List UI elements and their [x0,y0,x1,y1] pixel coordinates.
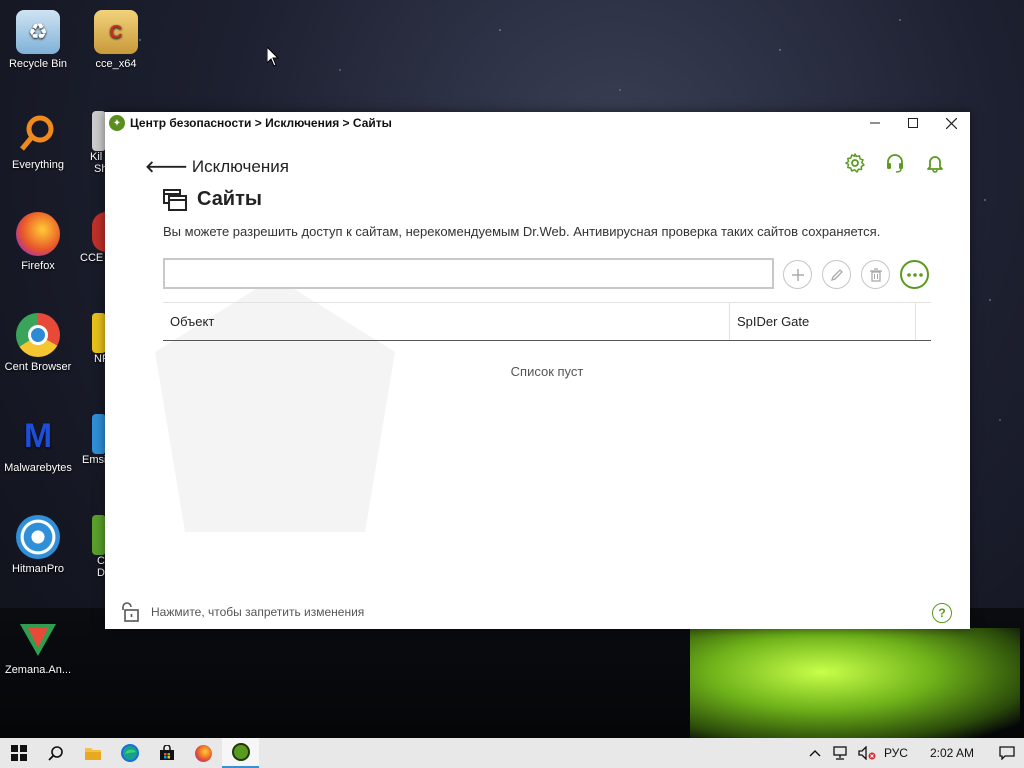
windows-logo-icon [10,745,27,761]
minimize-icon [870,122,880,124]
back-link-label: Исключения [191,156,289,176]
maximize-icon [908,118,918,128]
page-title: Сайты [197,188,262,210]
app-icon [92,414,106,454]
input-language[interactable]: РУС [884,746,908,760]
zemana-icon [16,616,60,660]
minimize-button[interactable] [856,112,894,134]
recycle-bin-icon: ♻ [16,10,60,54]
desktop-icon-partial-3[interactable]: NF [78,313,108,365]
speaker-muted-icon [858,746,876,760]
system-tray: РУС 2:02 AM [806,744,1024,762]
trash-icon [869,267,882,282]
notification-icon [999,746,1015,760]
desktop-icon-partial-4[interactable]: Emsi [78,414,108,466]
app-icon [92,313,106,353]
column-header-object[interactable]: Объект [163,303,730,340]
drweb-logo-icon [231,743,250,761]
app-icon [92,515,106,555]
websites-icon [163,188,187,211]
edit-button[interactable] [822,260,851,289]
bell-icon [927,156,943,173]
taskbar-file-explorer[interactable] [74,738,111,768]
desktop-icon-zemana[interactable]: Zemana.An... [0,616,76,676]
drweb-logo-icon: ✦ [109,115,125,131]
unlocked-padlock-icon [122,602,139,622]
start-button[interactable] [0,738,37,768]
delete-button[interactable] [861,260,890,289]
desktop-icon-cce-x64[interactable]: C cce_x64 [78,10,154,70]
add-button[interactable] [783,260,812,289]
desktop-icon-everything[interactable]: Everything [0,111,76,171]
headset-icon [887,154,903,173]
lock-changes-label: Нажмите, чтобы запретить изменения [151,605,365,619]
back-link[interactable]: 🡐 Исключения [145,156,289,177]
search-icon [47,746,63,761]
window-titlebar[interactable]: ✦ Центр безопасности > Исключения > Сайт… [105,112,970,134]
mouse-cursor-icon [267,47,279,67]
top-toolbar [844,152,946,174]
search-button[interactable] [37,738,74,768]
desktop-icon-malwarebytes[interactable]: M Malwarebytes [0,414,76,475]
desktop-icon-firefox[interactable]: Firefox [0,212,76,272]
lock-changes-link[interactable]: Нажмите, чтобы запретить изменения [119,601,364,623]
cent-browser-icon [16,313,60,357]
desktop-icon-partial-2[interactable]: CCE [78,212,108,264]
desktop-icon-partial-1[interactable]: Kil Sh [78,111,108,175]
store-bag-icon [159,745,174,760]
plus-icon [791,268,804,281]
network-button[interactable] [832,744,850,762]
taskbar-firefox[interactable] [185,738,222,768]
back-arrow-icon: 🡐 [145,159,188,176]
desktop-icon-cent-browser[interactable]: Cent Browser [0,313,76,373]
help-button[interactable]: ? [932,603,952,623]
drweb-window: ✦ Центр безопасности > Исключения > Сайт… [105,112,970,629]
desktop-icon-partial-5[interactable]: C D [78,515,108,579]
action-center-button[interactable] [998,744,1016,762]
wallpaper-tent [690,628,1020,738]
settings-button[interactable] [844,152,866,174]
app-icon [92,111,106,151]
malwarebytes-icon: M [23,416,53,455]
firefox-icon [195,744,212,762]
table-header: Объект SpIDer Gate [163,302,931,341]
magnifier-icon [16,111,60,155]
page-header: Сайты [163,188,262,211]
support-button[interactable] [884,152,906,174]
more-options-button[interactable] [900,260,929,289]
clock-time[interactable]: 2:02 AM [930,746,974,760]
chevron-up-icon [809,750,821,757]
pencil-icon [830,268,843,281]
desktop-icon-recycle-bin[interactable]: ♻ Recycle Bin [0,10,76,70]
maximize-button[interactable] [894,112,932,134]
folder-icon [84,748,101,760]
ellipsis-icon [906,272,923,277]
firefox-icon [16,212,60,256]
edge-icon [120,744,139,762]
taskbar-drweb[interactable] [222,738,259,768]
close-icon [945,117,957,129]
app-icon [92,212,106,252]
action-buttons [783,260,929,289]
window-title: Центр безопасности > Исключения > Сайты [130,116,392,130]
network-icon [833,746,847,760]
crosshair-icon [16,515,60,559]
site-input[interactable] [163,258,774,289]
empty-list-message: Список пуст [510,364,584,379]
desktop-icon-hitmanpro[interactable]: HitmanPro [0,515,76,575]
notifications-button[interactable] [924,152,946,174]
column-header-spider-gate[interactable]: SpIDer Gate [730,303,916,340]
tray-overflow-button[interactable] [806,744,824,762]
taskbar: РУС 2:02 AM [0,738,1024,768]
folder-icon: C [94,10,138,54]
taskbar-store[interactable] [148,738,185,768]
volume-button[interactable] [858,744,876,762]
page-description: Вы можете разрешить доступ к сайтам, нер… [163,224,881,239]
gear-icon [845,153,865,173]
close-button[interactable] [932,112,970,134]
taskbar-edge[interactable] [111,738,148,768]
